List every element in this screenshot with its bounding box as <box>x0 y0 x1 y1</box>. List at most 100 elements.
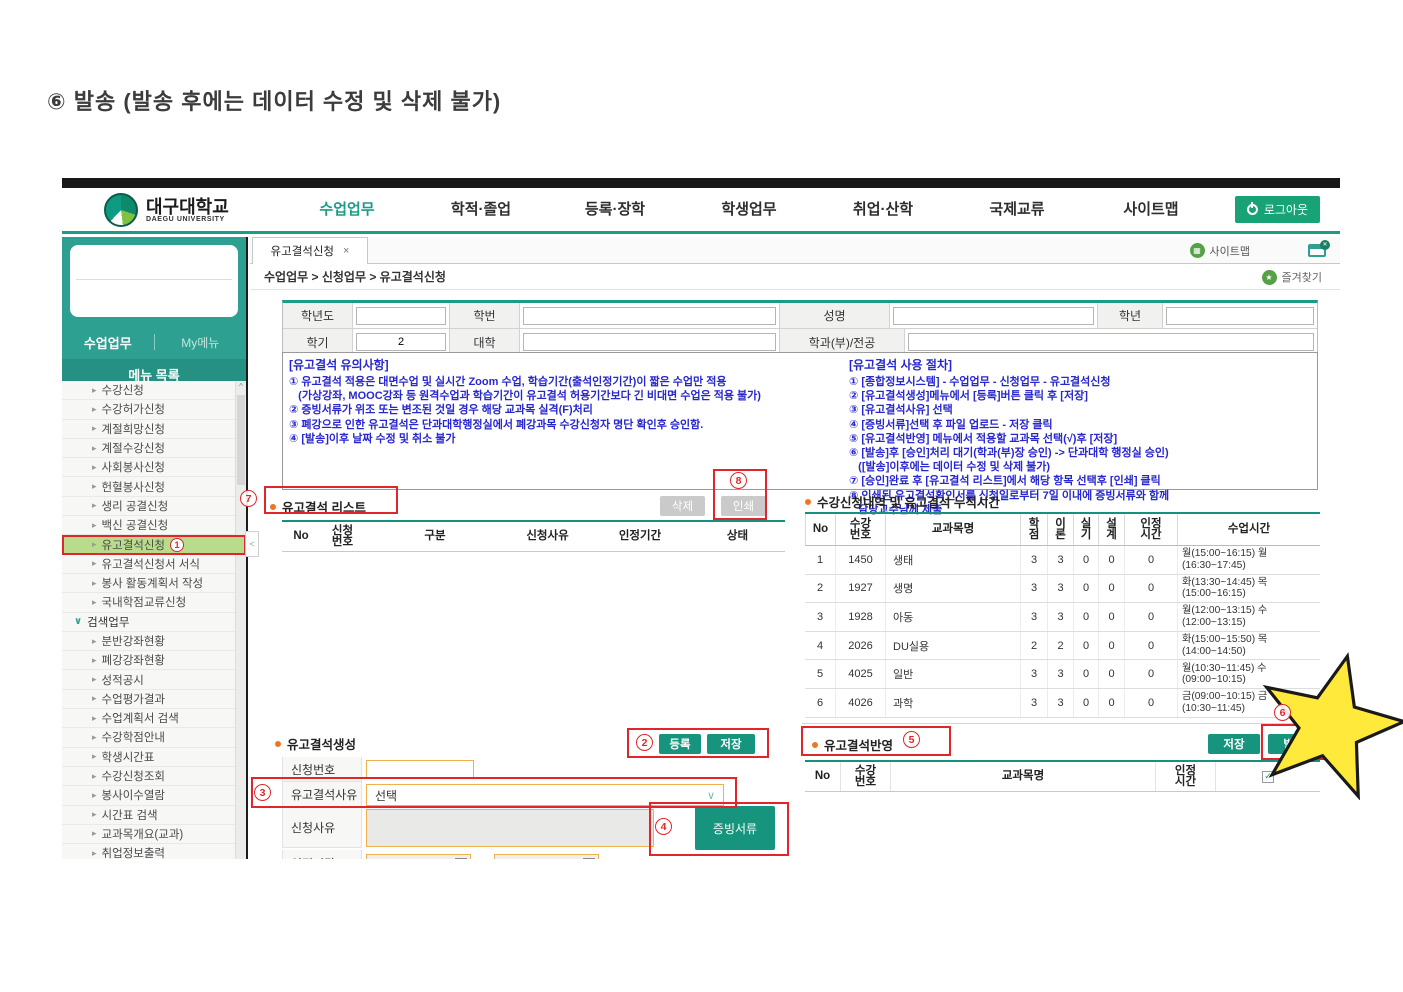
send-button[interactable]: 발송 <box>1268 734 1320 754</box>
notice-right-title: [유고결석 사용 절차] <box>849 358 952 372</box>
sidebar-item[interactable]: 봉사이수열람 <box>62 786 246 806</box>
sidebar-item[interactable]: 검색업무 <box>62 612 246 632</box>
sidebar-item[interactable]: 교과목개요(교과) <box>62 824 246 845</box>
favorite-button[interactable]: ★ 즐겨찾기 <box>1261 264 1322 290</box>
sidebar-scrollbar[interactable]: ^ <box>235 381 246 859</box>
create-section-title: 유고결석생성 <box>275 734 356 753</box>
sidebar-item[interactable]: 유고결석신청서 서식 <box>62 554 246 574</box>
cell-no: 6 <box>816 696 824 709</box>
section-bullet-icon <box>270 503 276 510</box>
nav-item[interactable]: 사이트맵 <box>1084 188 1218 231</box>
close-window-icon[interactable] <box>1308 240 1330 257</box>
cell-course-name: 생태 <box>885 546 1020 574</box>
sidebar-item[interactable]: 성적공시 <box>62 670 246 690</box>
evidence-button[interactable]: 증빙서류 <box>695 806 775 850</box>
cell-credits: 3 <box>1020 603 1047 631</box>
sidebar-item[interactable]: 수강신청 <box>62 381 246 401</box>
cell-credits: 3 <box>1020 688 1047 717</box>
sidebar-item[interactable]: 봉사 활동계획서 작성 <box>62 573 246 594</box>
cell-no: 4 <box>816 639 824 652</box>
scroll-up-icon[interactable]: ^ <box>236 381 246 393</box>
sidebar: 수업업무 My메뉴 메뉴 목록 수강신청 수강허가신청 <box>62 237 248 859</box>
column-header: 설 계 <box>1098 514 1124 545</box>
calendar-icon[interactable] <box>583 858 596 859</box>
nav-item[interactable]: 등록·장학 <box>548 188 682 231</box>
cell-practice: 0 <box>1073 688 1098 717</box>
detail-textarea[interactable] <box>366 809 654 847</box>
column-header: 학 점 <box>1020 514 1047 545</box>
reqno-row: 신청번호 <box>282 757 802 782</box>
logout-button[interactable]: 로그아웃 <box>1234 196 1320 223</box>
register-button[interactable]: 등록 <box>659 734 701 754</box>
sitemap-link[interactable]: ▦ 사이트맵 <box>1189 243 1250 259</box>
nav-item[interactable]: 수업업무 <box>280 188 414 231</box>
nav-item[interactable]: 국제교류 <box>950 188 1084 231</box>
print-button[interactable]: 인쇄 <box>721 496 766 516</box>
sidebar-collapse-handle[interactable]: < <box>245 531 259 557</box>
scrollbar-thumb[interactable] <box>237 395 245 485</box>
reqno-input[interactable] <box>366 760 474 779</box>
sidebar-item[interactable]: 계절수강신청 <box>62 438 246 459</box>
sidebar-item[interactable]: 시간표 검색 <box>62 805 246 825</box>
tab-absence-request[interactable]: 유고결석신청 × <box>252 237 368 264</box>
chevron-down-icon: ∨ <box>706 789 715 802</box>
nav-item[interactable]: 학생업무 <box>682 188 816 231</box>
sidebar-item[interactable]: 수강허가신청 <box>62 400 246 420</box>
cell-theory: 3 <box>1047 688 1073 717</box>
reason-select[interactable]: 선택 ∨ <box>366 784 724 806</box>
university-emblem-icon <box>104 193 138 227</box>
column-header: 이 론 <box>1047 514 1073 545</box>
section-bullet-icon <box>275 740 281 747</box>
dept-input[interactable] <box>908 333 1314 351</box>
table-row: 5 4025 일반 3 3 0 0 0 월(10:30~11:45) 수(09:… <box>805 660 1320 689</box>
year-input[interactable] <box>356 306 446 325</box>
period-end-input[interactable] <box>494 854 600 859</box>
sidebar-item[interactable]: 유고결석신청 1 <box>62 535 246 555</box>
sidebar-item[interactable]: 계절희망신청 <box>62 419 246 439</box>
create-save-button[interactable]: 저장 <box>707 734 755 754</box>
table-row: 4 2026 DU실용 2 2 0 0 0 화(15:00~15:50) 목(1… <box>805 631 1320 661</box>
sidebar-item[interactable]: 학생시간표 <box>62 747 246 767</box>
term-input[interactable] <box>356 333 446 351</box>
sidebar-item[interactable]: 분반강좌현황 <box>62 631 246 652</box>
sidebar-item[interactable]: 수강신청조회 <box>62 766 246 787</box>
cell-design: 0 <box>1098 660 1124 688</box>
sidebar-item[interactable]: 취업정보출력 <box>62 844 246 859</box>
cell-practice: 0 <box>1073 546 1098 574</box>
absence-list-table: No 신청 번호 구분 신청사유 인정기간 상태 <box>282 520 785 552</box>
calendar-icon[interactable] <box>455 858 467 859</box>
chevron-right-icon <box>92 423 97 434</box>
sidebar-item[interactable]: 백신 공결신청 <box>62 516 246 536</box>
sidebar-tab-main[interactable]: 수업업무 <box>62 333 154 352</box>
sidebar-item[interactable]: 생리 공결신청 <box>62 496 246 517</box>
chevron-right-icon <box>92 790 97 801</box>
reflect-save-button[interactable]: 저장 <box>1208 734 1260 754</box>
chevron-right-icon <box>92 500 97 511</box>
sidebar-tab-mymenu[interactable]: My메뉴 <box>155 334 247 351</box>
sidebar-item[interactable]: 사회봉사신청 <box>62 458 246 478</box>
delete-button[interactable]: 삭제 <box>660 496 705 516</box>
cell-course-name: 과학 <box>885 688 1020 717</box>
sidebar-item[interactable]: 수강학점안내 <box>62 728 246 748</box>
sidebar-item[interactable]: 수업평가결과 <box>62 689 246 710</box>
cell-recognized-hours: 0 <box>1124 631 1177 660</box>
column-header: 인정 시간 <box>1124 514 1177 545</box>
sidebar-item[interactable]: 폐강강좌현황 <box>62 651 246 671</box>
notice-box: [유고결석 유의사항] ① 유고결석 적용은 대면수업 및 실시간 Zoom 수… <box>282 352 1318 516</box>
reflect-section-title: 유고결석반영 <box>812 735 893 754</box>
grade-input[interactable] <box>1166 306 1314 325</box>
app-window: 대구대학교 DAEGU UNIVERSITY 수업업무 학적·졸업 등록·장학 … <box>62 178 1340 859</box>
sidebar-item[interactable]: 수업계획서 검색 <box>62 709 246 729</box>
college-input[interactable] <box>523 333 776 351</box>
studentno-input[interactable] <box>523 306 776 325</box>
name-input[interactable] <box>893 306 1094 325</box>
nav-item[interactable]: 학적·졸업 <box>414 188 548 231</box>
nav-item[interactable]: 취업·산학 <box>816 188 950 231</box>
notice-line: ③ [유고결석사유] 선택 <box>849 404 953 417</box>
cell-practice: 0 <box>1073 603 1098 631</box>
tab-close-icon[interactable]: × <box>343 245 349 257</box>
sidebar-item[interactable]: 국내학점교류신청 <box>62 593 246 613</box>
select-all-checkbox[interactable]: ✓ <box>1262 770 1274 783</box>
sidebar-item[interactable]: 헌혈봉사신청 <box>62 477 246 497</box>
period-start-input[interactable] <box>366 854 471 859</box>
